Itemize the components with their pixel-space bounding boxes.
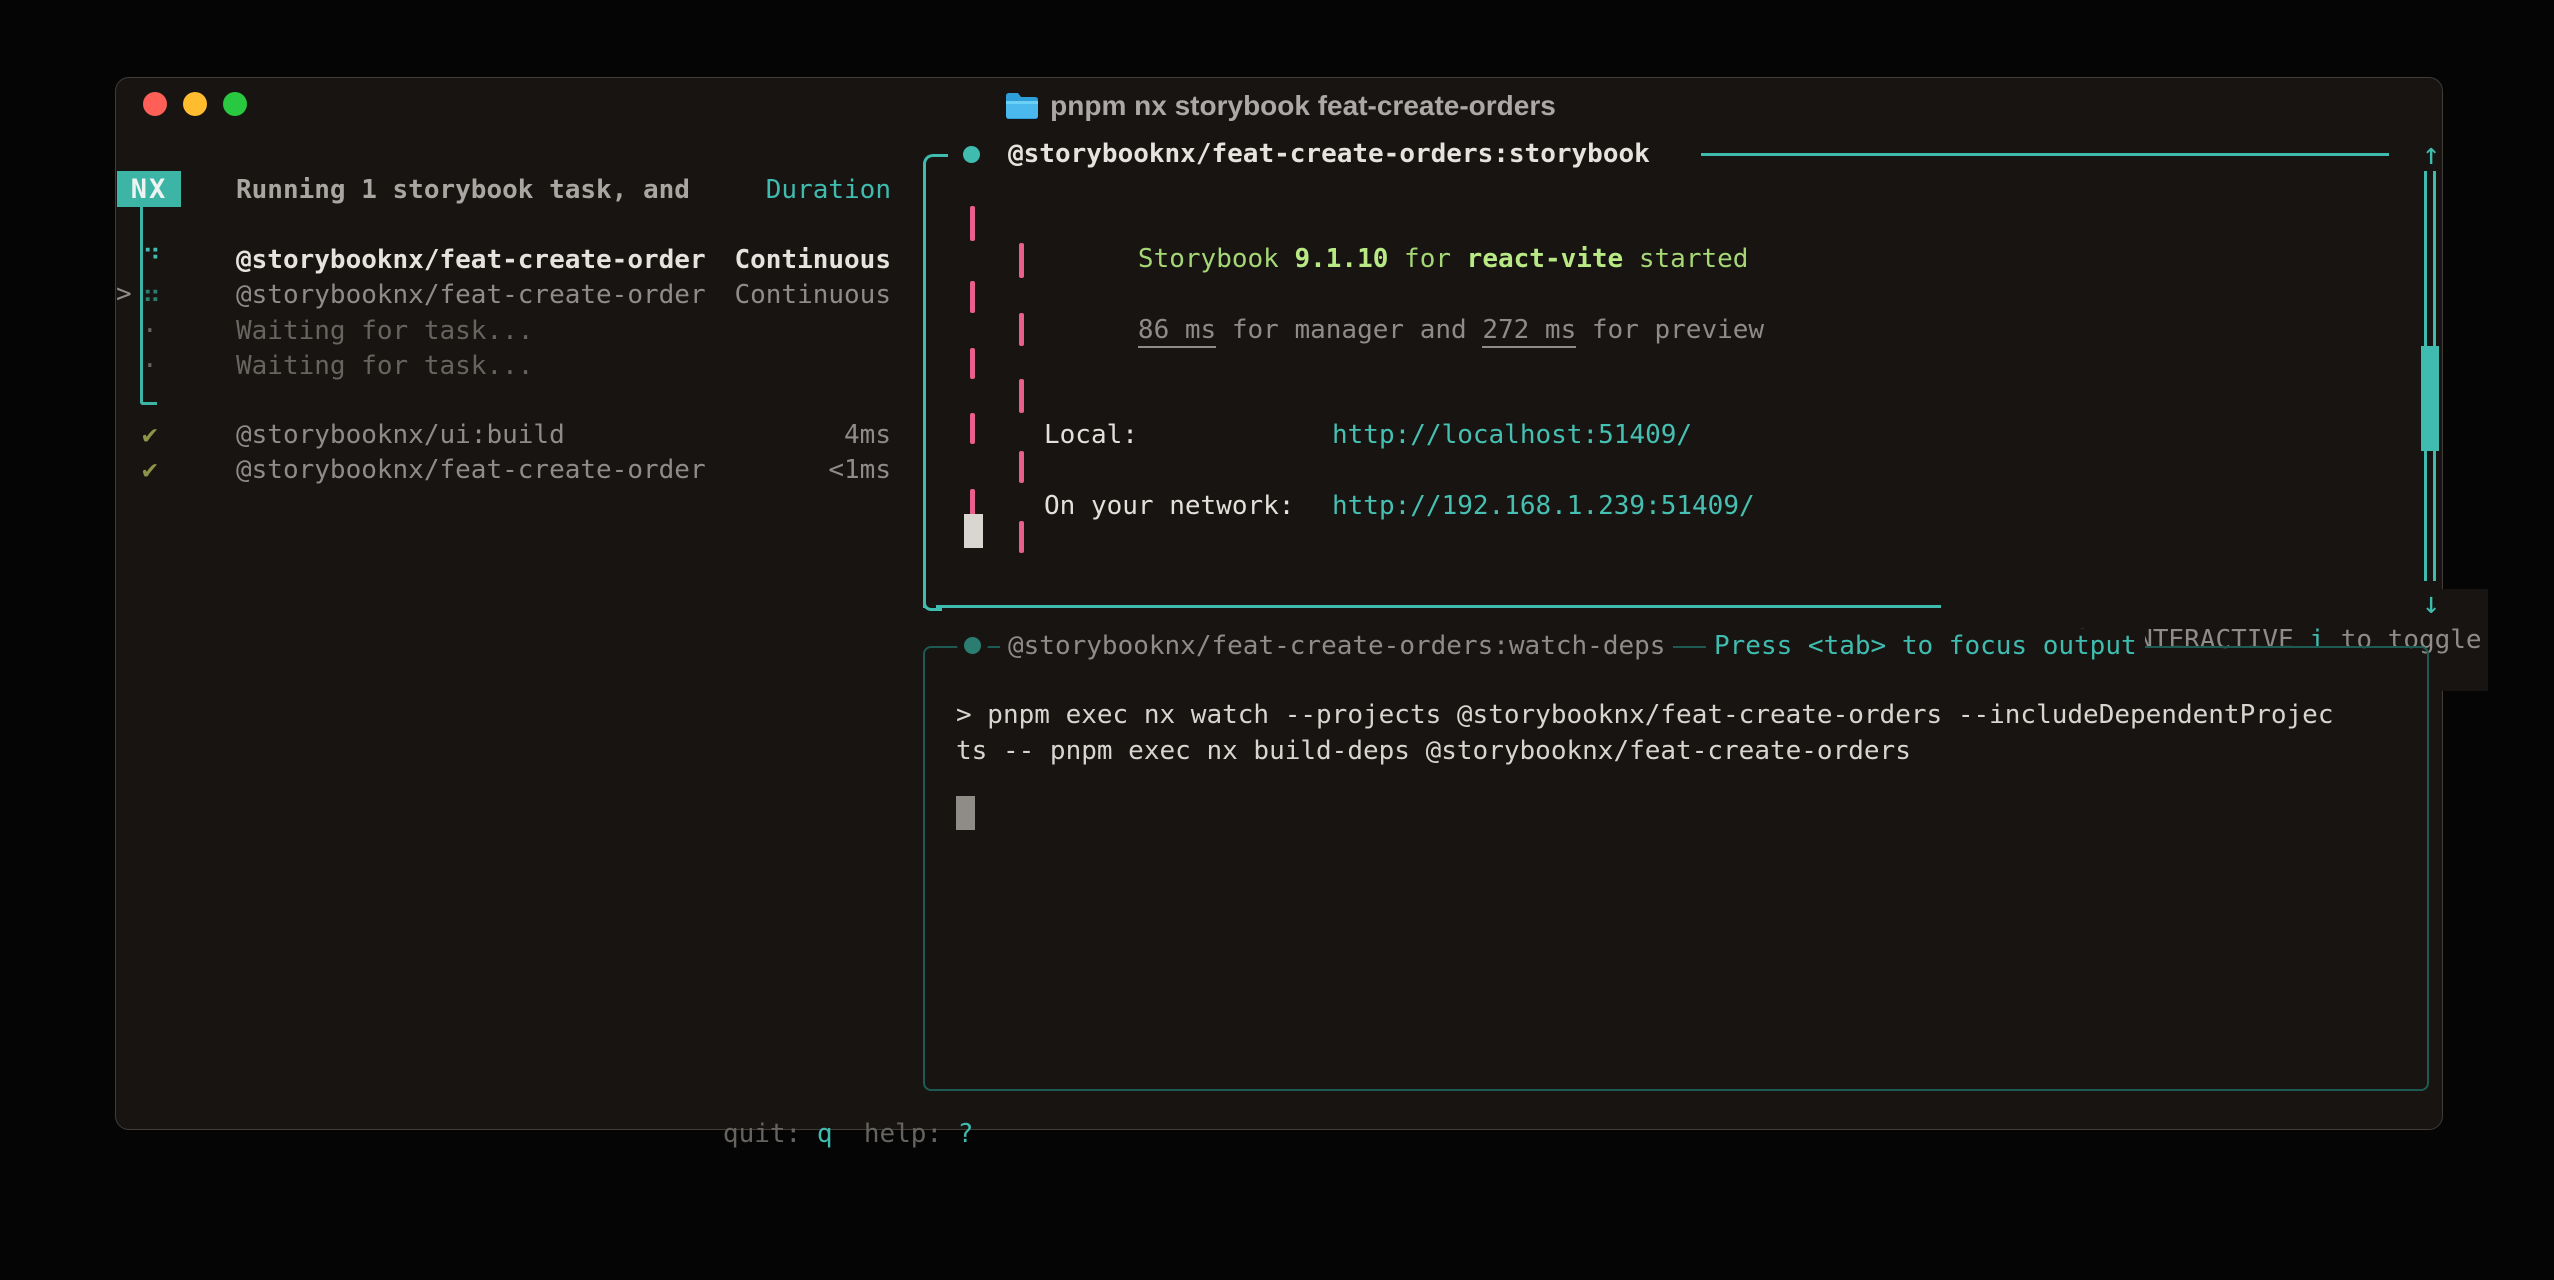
task-row[interactable]: > ⠙ @storybooknx/feat-create-order Conti… xyxy=(116,243,891,277)
watch-status-dot-wrap xyxy=(957,637,988,654)
local-url-link[interactable]: http://localhost:51409/ xyxy=(1332,418,1692,452)
storybook-panel-border xyxy=(923,154,948,177)
timing-text: for manager and xyxy=(1216,315,1482,345)
terminal-window: pnpm nx storybook feat-create-orders NX … xyxy=(115,77,2443,1130)
task-status: Continuous xyxy=(734,243,891,277)
storybook-panel-border xyxy=(1701,153,2389,156)
task-status: Continuous xyxy=(734,278,891,312)
task-duration: 4ms xyxy=(844,418,891,452)
titlebar: pnpm nx storybook feat-create-orders xyxy=(116,88,2444,124)
task-name: @storybooknx/feat-create-order xyxy=(236,243,706,277)
check-icon: ✔ xyxy=(142,453,158,487)
activity-bar xyxy=(970,281,975,313)
task-status-dot xyxy=(963,146,980,163)
command-line: ts -- pnpm exec nx build-deps @storybook… xyxy=(956,734,1911,768)
task-name: @storybooknx/feat-create-order xyxy=(236,453,706,487)
help-label: help: xyxy=(864,1119,942,1149)
preview-time: 272 ms xyxy=(1482,315,1576,348)
task-duration: <1ms xyxy=(828,453,891,487)
help-key: ? xyxy=(958,1119,974,1149)
completed-task-row[interactable]: ✔ @storybooknx/ui:build 4ms xyxy=(116,418,891,452)
manager-time: 86 ms xyxy=(1138,315,1216,348)
desktop: pnpm nx storybook feat-create-orders NX … xyxy=(0,0,2554,1280)
task-row[interactable]: · Waiting for task... xyxy=(116,349,891,383)
network-label: On your network: xyxy=(1044,489,1294,523)
local-label: Local: xyxy=(1044,418,1138,452)
task-name: Waiting for task... xyxy=(236,349,533,383)
activity-bar xyxy=(1019,379,1024,413)
task-row[interactable]: ⠶ @storybooknx/feat-create-order Continu… xyxy=(116,278,891,312)
task-summary: Running 1 storybook task, and xyxy=(236,173,690,207)
folder-icon xyxy=(1004,91,1040,121)
window-title: pnpm nx storybook feat-create-orders xyxy=(1050,90,1556,122)
scrollbar-thumb[interactable] xyxy=(2421,346,2439,451)
storybook-panel-border xyxy=(923,596,942,611)
started-text: started xyxy=(1623,244,1748,274)
activity-bar xyxy=(1019,313,1024,346)
focus-output-hint: Press <tab> to focus output xyxy=(1706,629,2145,663)
watch-panel-title: @storybooknx/feat-create-orders:watch-de… xyxy=(1000,629,1673,663)
task-name: Waiting for task... xyxy=(236,314,533,348)
spinner-icon: ⠶ xyxy=(142,278,161,312)
started-text: for xyxy=(1388,244,1466,274)
terminal-cursor xyxy=(956,796,975,830)
storybook-version: 9.1.10 xyxy=(1294,244,1388,274)
network-url-link[interactable]: http://192.168.1.239:51409/ xyxy=(1332,489,1755,523)
command-line: > pnpm exec nx watch --projects @storybo… xyxy=(956,698,2334,732)
task-name: @storybooknx/ui:build xyxy=(236,418,565,452)
activity-bar xyxy=(1019,451,1024,483)
task-status-dot xyxy=(964,637,981,654)
activity-bar xyxy=(970,413,975,444)
pending-dot-icon: · xyxy=(142,314,158,348)
storybook-panel-border xyxy=(936,605,1941,608)
storybook-panel-border xyxy=(923,172,926,608)
check-icon: ✔ xyxy=(142,418,158,452)
keybind-footer: quit: q help: ? xyxy=(629,1083,973,1185)
storybook-panel-title: @storybooknx/feat-create-orders:storyboo… xyxy=(1008,137,1650,171)
completed-task-row[interactable]: ✔ @storybooknx/feat-create-order <1ms xyxy=(116,453,891,487)
pending-dot-icon: · xyxy=(142,349,158,383)
started-text: Storybook xyxy=(1138,244,1295,274)
scroll-up-arrow[interactable]: ↑ xyxy=(2415,140,2447,170)
task-row[interactable]: · Waiting for task... xyxy=(116,314,891,348)
framework-name: react-vite xyxy=(1467,244,1624,274)
timing-text: for preview xyxy=(1576,315,1764,345)
activity-bar xyxy=(1019,243,1024,278)
scroll-down-arrow[interactable]: ↓ xyxy=(2415,589,2447,619)
duration-column-header: Duration xyxy=(766,173,891,207)
quit-key: q xyxy=(817,1119,833,1149)
quit-label: quit: xyxy=(723,1119,801,1149)
activity-bar xyxy=(970,206,975,241)
task-list-header: Running 1 storybook task, and Duration xyxy=(116,173,891,207)
task-name: @storybooknx/feat-create-order xyxy=(236,278,706,312)
terminal-cursor xyxy=(964,514,983,548)
spinner-icon: ⠙ xyxy=(142,243,161,277)
activity-bar xyxy=(970,348,975,379)
build-timing-line: 86 ms for manager and 272 ms for preview xyxy=(1044,279,1764,381)
activity-bar xyxy=(1019,521,1024,553)
